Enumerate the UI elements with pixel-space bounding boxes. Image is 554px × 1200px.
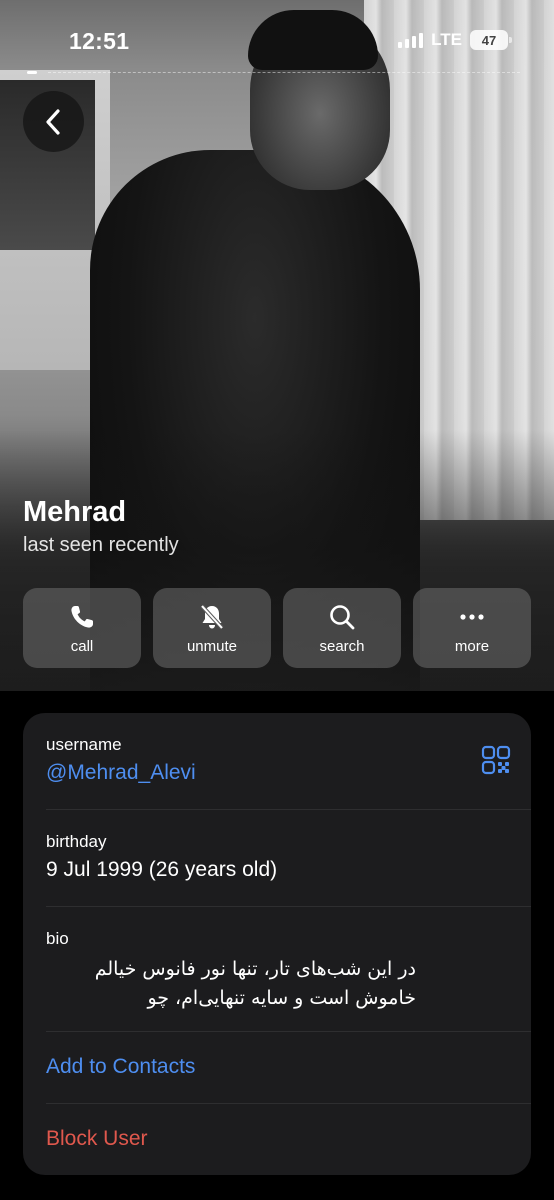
signal-icon	[398, 32, 424, 48]
search-icon	[327, 602, 357, 632]
network-type: LTE	[431, 30, 462, 49]
profile-name: Mehrad	[23, 496, 127, 528]
status-bar: 12:51 LTE 47	[0, 0, 554, 80]
username-row[interactable]: username @Mehrad_Alevi	[46, 735, 508, 785]
birthday-label: birthday	[46, 832, 107, 851]
username-label: username	[46, 735, 122, 754]
bio-row[interactable]: bio در این شب‌های تار، تنها نور فانوس خی…	[46, 929, 508, 1013]
profile-last-seen: last seen recently	[23, 534, 179, 556]
unmute-label: unmute	[186, 637, 238, 655]
search-button[interactable]: search	[283, 588, 401, 668]
divider	[46, 1103, 531, 1104]
bio-label: bio	[46, 929, 69, 948]
birthday-row[interactable]: birthday 9 Jul 1999 (26 years old)	[46, 832, 508, 882]
username-value[interactable]: @Mehrad_Alevi	[46, 761, 508, 785]
back-button[interactable]	[23, 91, 84, 152]
status-time: 12:51	[69, 28, 130, 54]
search-label: search	[319, 637, 365, 655]
battery-level: 47	[481, 32, 497, 48]
battery-icon: 47	[470, 30, 512, 50]
bio-value: در این شب‌های تار، تنها نور فانوس خیالم …	[94, 958, 416, 1009]
unmute-button[interactable]: unmute	[153, 588, 271, 668]
photo-page-indicator	[48, 72, 520, 73]
qr-code-icon[interactable]	[481, 745, 511, 775]
more-button[interactable]: more	[413, 588, 531, 668]
status-indicators: LTE 47	[398, 30, 512, 50]
info-card: username @Mehrad_Alevi birthday 9 Jul 19…	[23, 713, 531, 1175]
action-bar: call unmute search more	[23, 588, 531, 668]
block-user-button[interactable]: Block User	[46, 1127, 508, 1151]
status-dash	[27, 71, 37, 74]
birthday-value: 9 Jul 1999 (26 years old)	[46, 858, 278, 881]
ellipsis-icon	[457, 602, 487, 632]
divider	[46, 809, 531, 810]
divider	[46, 906, 531, 907]
call-button[interactable]: call	[23, 588, 141, 668]
add-to-contacts-button[interactable]: Add to Contacts	[46, 1055, 508, 1079]
divider	[46, 1031, 531, 1032]
more-label: more	[454, 637, 490, 655]
chevron-left-icon	[45, 108, 60, 135]
bell-slash-icon	[197, 602, 227, 632]
call-label: call	[70, 637, 94, 655]
phone-icon	[67, 602, 97, 632]
